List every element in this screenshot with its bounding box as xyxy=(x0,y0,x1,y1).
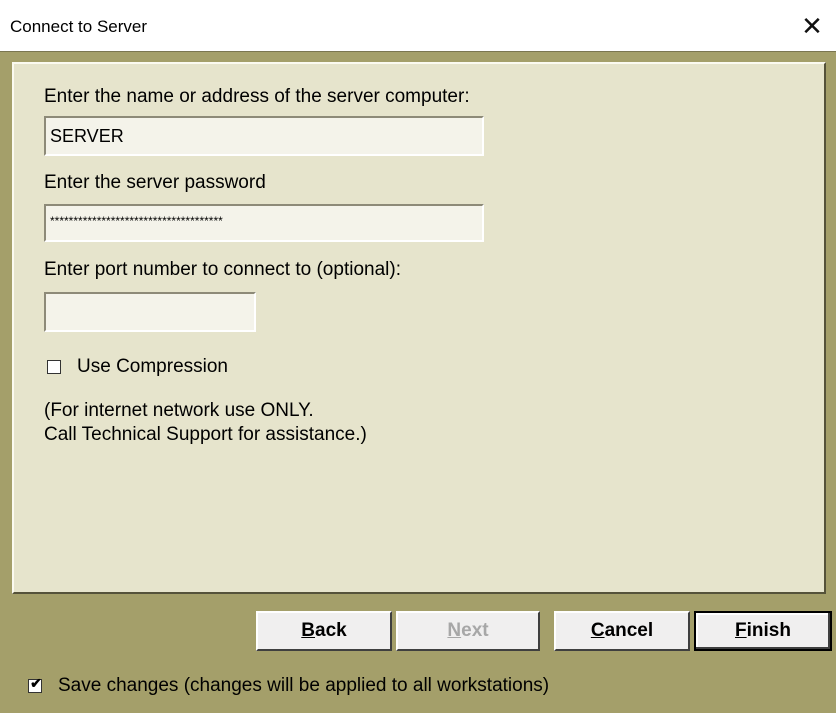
server-name-label: Enter the name or address of the server … xyxy=(44,86,470,107)
title-bar: Connect to Server ✕ xyxy=(0,0,836,52)
server-name-input[interactable] xyxy=(44,116,484,156)
close-icon[interactable]: ✕ xyxy=(794,8,830,44)
port-number-label: Enter port number to connect to (optiona… xyxy=(44,259,401,280)
use-compression-checkbox[interactable] xyxy=(47,360,61,374)
server-password-input[interactable]: ************************************* xyxy=(44,204,484,242)
compression-note-line1: (For internet network use ONLY. xyxy=(44,400,314,421)
back-button[interactable]: Back xyxy=(256,611,392,651)
next-button[interactable]: Next xyxy=(396,611,540,651)
save-changes-label: Save changes (changes will be applied to… xyxy=(58,675,550,696)
compression-note-line2: Call Technical Support for assistance.) xyxy=(44,424,367,445)
cancel-button[interactable]: Cancel xyxy=(554,611,690,651)
finish-button[interactable]: Finish xyxy=(694,611,832,651)
server-password-label: Enter the server password xyxy=(44,172,266,193)
use-compression-label: Use Compression xyxy=(77,356,228,377)
check-icon: ✔ xyxy=(30,675,42,691)
port-number-input[interactable] xyxy=(44,292,256,332)
save-changes-checkbox[interactable]: ✔ xyxy=(28,675,42,693)
window-title: Connect to Server xyxy=(10,17,148,36)
